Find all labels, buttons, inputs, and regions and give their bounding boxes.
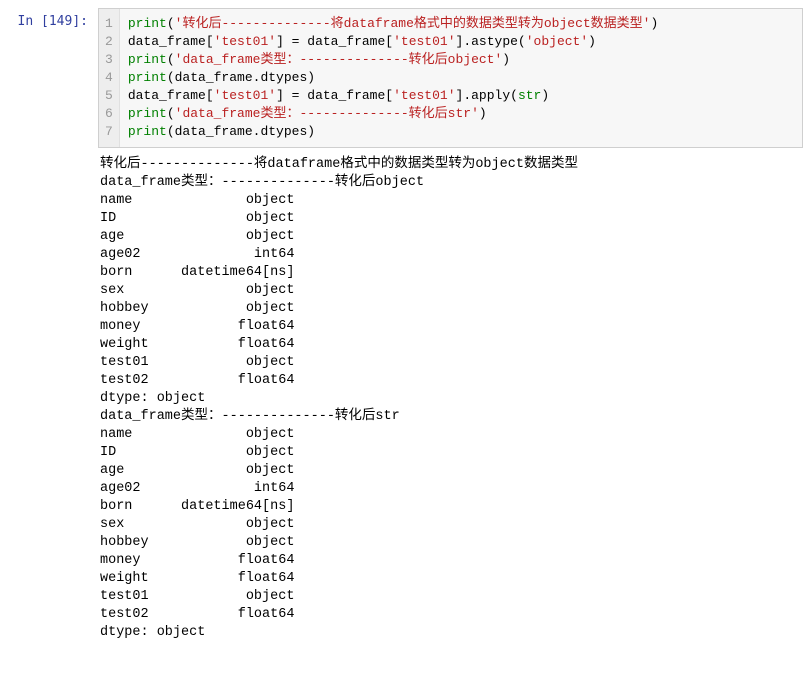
line-number: 2	[105, 33, 113, 51]
line-number: 4	[105, 69, 113, 87]
code-line[interactable]: print(data_frame.dtypes)	[128, 123, 794, 141]
code-line[interactable]: data_frame['test01'] = data_frame['test0…	[128, 33, 794, 51]
code-line[interactable]: print('转化后--------------将dataframe格式中的数据…	[128, 15, 794, 33]
code-line[interactable]: data_frame['test01'] = data_frame['test0…	[128, 87, 794, 105]
code-line[interactable]: print('data_frame类型：--------------转化后str…	[128, 105, 794, 123]
code-content[interactable]: print('转化后--------------将dataframe格式中的数据…	[120, 9, 802, 147]
line-number: 5	[105, 87, 113, 105]
line-number: 3	[105, 51, 113, 69]
code-cell: In [149]: 1234567 print('转化后------------…	[8, 8, 803, 148]
output-area: 转化后--------------将dataframe格式中的数据类型转为obj…	[98, 148, 803, 650]
line-number: 7	[105, 123, 113, 141]
code-line[interactable]: print(data_frame.dtypes)	[128, 69, 794, 87]
code-line[interactable]: print('data_frame类型：--------------转化后obj…	[128, 51, 794, 69]
line-gutter: 1234567	[99, 9, 120, 147]
line-number: 6	[105, 105, 113, 123]
line-number: 1	[105, 15, 113, 33]
input-prompt: In [149]:	[8, 8, 98, 29]
code-editor[interactable]: 1234567 print('转化后--------------将datafra…	[98, 8, 803, 148]
